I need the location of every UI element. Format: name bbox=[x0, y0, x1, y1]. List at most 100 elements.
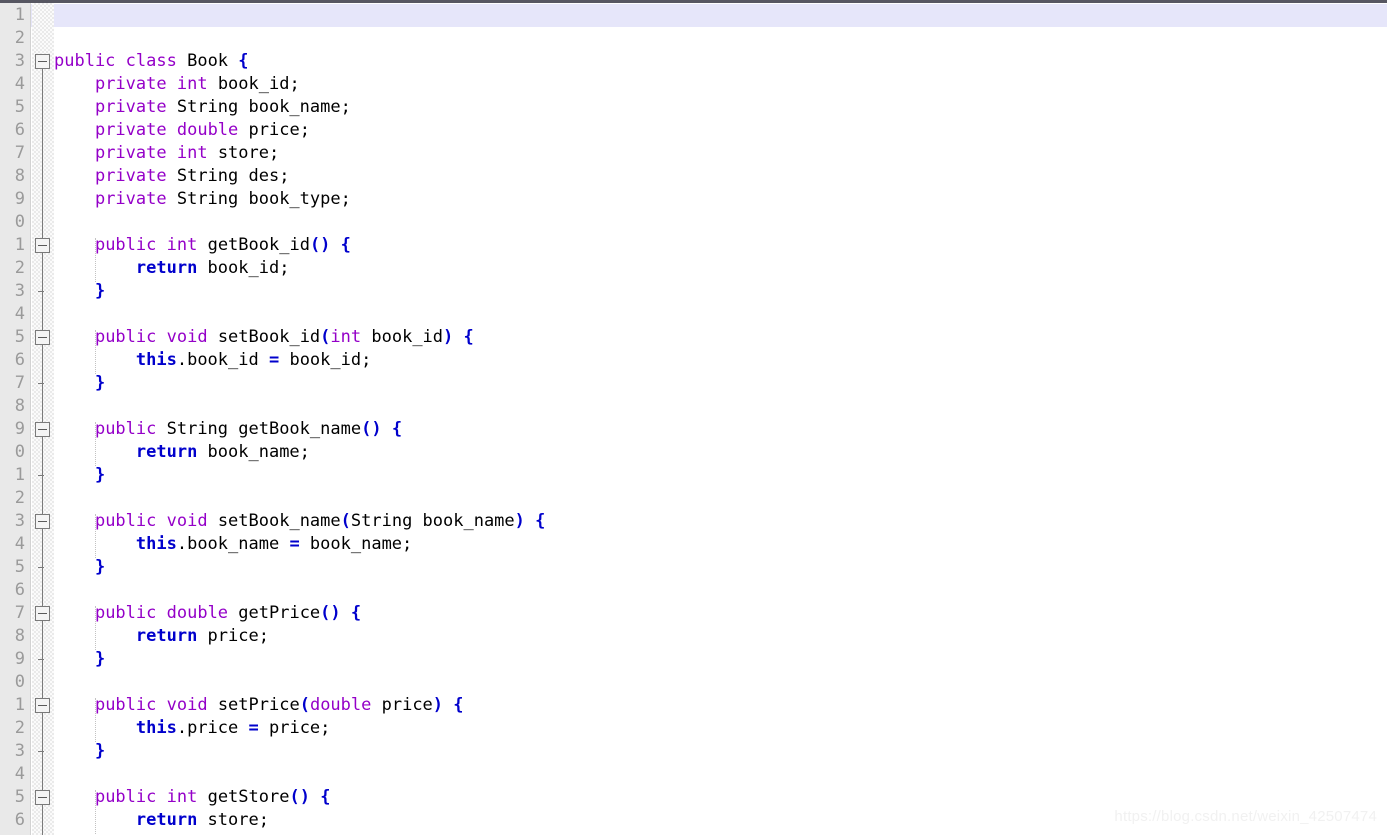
code-token-br: () bbox=[320, 603, 341, 623]
code-line[interactable]: this.book_name = book_name; bbox=[54, 533, 1387, 556]
code-token-id bbox=[54, 166, 95, 186]
fold-collapse-icon[interactable] bbox=[35, 698, 50, 713]
code-token-id: book_id; bbox=[279, 350, 372, 370]
code-line[interactable]: private int book_id; bbox=[54, 73, 1387, 96]
line-number: 8 bbox=[14, 626, 25, 646]
code-line[interactable]: } bbox=[54, 740, 1387, 763]
code-token-br: { bbox=[535, 511, 546, 531]
code-line[interactable]: public int getStore() { bbox=[54, 786, 1387, 809]
code-token-id bbox=[54, 327, 95, 347]
code-text-area[interactable]: package cn.kgc.kb07.entity;public class … bbox=[54, 3, 1387, 835]
code-token-id: setBook_id bbox=[207, 327, 321, 347]
code-line[interactable]: private String des; bbox=[54, 165, 1387, 188]
code-token-id bbox=[167, 120, 177, 140]
code-token-br: { bbox=[391, 419, 403, 439]
code-line[interactable]: private String book_name; bbox=[54, 96, 1387, 119]
code-token-id bbox=[330, 235, 340, 255]
code-line[interactable]: private int store; bbox=[54, 142, 1387, 165]
code-line[interactable]: return book_id; bbox=[54, 257, 1387, 280]
code-line[interactable] bbox=[54, 303, 1387, 326]
fold-region-end-tick bbox=[38, 475, 44, 476]
code-token-id: book_id; bbox=[207, 74, 300, 94]
code-token-br: { bbox=[238, 51, 249, 71]
indent-guide bbox=[95, 606, 96, 650]
line-number: 2 bbox=[14, 488, 25, 508]
code-token-br: ( bbox=[299, 695, 310, 715]
code-token-id: price bbox=[371, 695, 433, 715]
code-token-kw: int bbox=[166, 235, 198, 255]
line-number-gutter[interactable]: 1234567890123456789012345678901234567 bbox=[0, 3, 31, 835]
indent-guide bbox=[95, 790, 96, 834]
code-line[interactable]: this.price = price; bbox=[54, 717, 1387, 740]
code-line[interactable]: public int getBook_id() { bbox=[54, 234, 1387, 257]
fold-structure-rule bbox=[42, 54, 43, 835]
line-number: 2 bbox=[14, 258, 25, 278]
code-line[interactable]: public class Book { bbox=[54, 50, 1387, 73]
fold-collapse-icon[interactable] bbox=[35, 790, 50, 805]
code-editor[interactable]: 1234567890123456789012345678901234567 pa… bbox=[0, 0, 1387, 835]
code-line[interactable]: this.book_id = book_id; bbox=[54, 349, 1387, 372]
code-folding-strip[interactable] bbox=[32, 3, 54, 835]
line-number: 4 bbox=[14, 534, 25, 554]
code-token-kw: public bbox=[94, 419, 157, 439]
code-token-ctl: return bbox=[135, 442, 198, 462]
code-line[interactable]: public void setBook_id(int book_id) { bbox=[54, 326, 1387, 349]
code-token-br: ( bbox=[340, 511, 351, 531]
indent-guide bbox=[95, 698, 96, 742]
fold-collapse-icon[interactable] bbox=[35, 330, 50, 345]
code-line[interactable]: public void setPrice(double price) { bbox=[54, 694, 1387, 717]
code-token-id bbox=[443, 695, 453, 715]
code-line[interactable]: } bbox=[54, 372, 1387, 395]
fold-collapse-icon[interactable] bbox=[35, 54, 50, 69]
code-line[interactable]: private String book_type; bbox=[54, 188, 1387, 211]
code-token-id: store; bbox=[207, 143, 280, 163]
code-token-id: getStore bbox=[197, 787, 290, 807]
line-number: 9 bbox=[14, 189, 25, 209]
code-line[interactable]: } bbox=[54, 280, 1387, 303]
code-token-id: .book_id bbox=[176, 350, 269, 370]
code-token-id: setBook_name bbox=[207, 511, 341, 531]
code-token-kw: int bbox=[166, 787, 198, 807]
line-number: 1 bbox=[14, 5, 25, 25]
code-line[interactable]: } bbox=[54, 648, 1387, 671]
code-token-id bbox=[54, 465, 95, 485]
line-number: 3 bbox=[14, 741, 25, 761]
code-token-kw: int bbox=[176, 143, 208, 163]
code-line[interactable]: return book_name; bbox=[54, 441, 1387, 464]
code-token-id: Book bbox=[176, 51, 239, 71]
code-line[interactable]: } bbox=[54, 464, 1387, 487]
code-line[interactable]: return price; bbox=[54, 625, 1387, 648]
code-line[interactable] bbox=[54, 27, 1387, 50]
code-token-id bbox=[156, 695, 166, 715]
code-token-br: { bbox=[453, 695, 464, 715]
code-line[interactable]: } bbox=[54, 556, 1387, 579]
line-number: 9 bbox=[14, 419, 25, 439]
code-token-kw: private bbox=[94, 97, 167, 117]
code-token-kw: public bbox=[94, 695, 157, 715]
code-token-id bbox=[54, 649, 95, 669]
code-line[interactable] bbox=[54, 763, 1387, 786]
code-line[interactable] bbox=[54, 671, 1387, 694]
code-token-id bbox=[54, 373, 95, 393]
code-line[interactable] bbox=[54, 211, 1387, 234]
code-line[interactable]: private double price; bbox=[54, 119, 1387, 142]
code-line[interactable] bbox=[54, 487, 1387, 510]
code-token-id bbox=[54, 120, 95, 140]
indent-guide bbox=[95, 238, 96, 282]
code-token-id: getPrice bbox=[228, 603, 321, 623]
fold-collapse-icon[interactable] bbox=[35, 238, 50, 253]
code-token-id bbox=[54, 787, 95, 807]
code-line[interactable] bbox=[54, 395, 1387, 418]
code-line[interactable]: public void setBook_name(String book_nam… bbox=[54, 510, 1387, 533]
fold-collapse-icon[interactable] bbox=[35, 606, 50, 621]
code-line[interactable]: public double getPrice() { bbox=[54, 602, 1387, 625]
code-line[interactable]: public String getBook_name() { bbox=[54, 418, 1387, 441]
code-line[interactable] bbox=[54, 579, 1387, 602]
line-number: 0 bbox=[14, 442, 25, 462]
line-number: 5 bbox=[14, 787, 25, 807]
code-token-br: } bbox=[94, 557, 106, 577]
code-token-br: () bbox=[309, 235, 331, 255]
fold-collapse-icon[interactable] bbox=[35, 422, 50, 437]
line-number: 4 bbox=[14, 304, 25, 324]
fold-collapse-icon[interactable] bbox=[35, 514, 50, 529]
